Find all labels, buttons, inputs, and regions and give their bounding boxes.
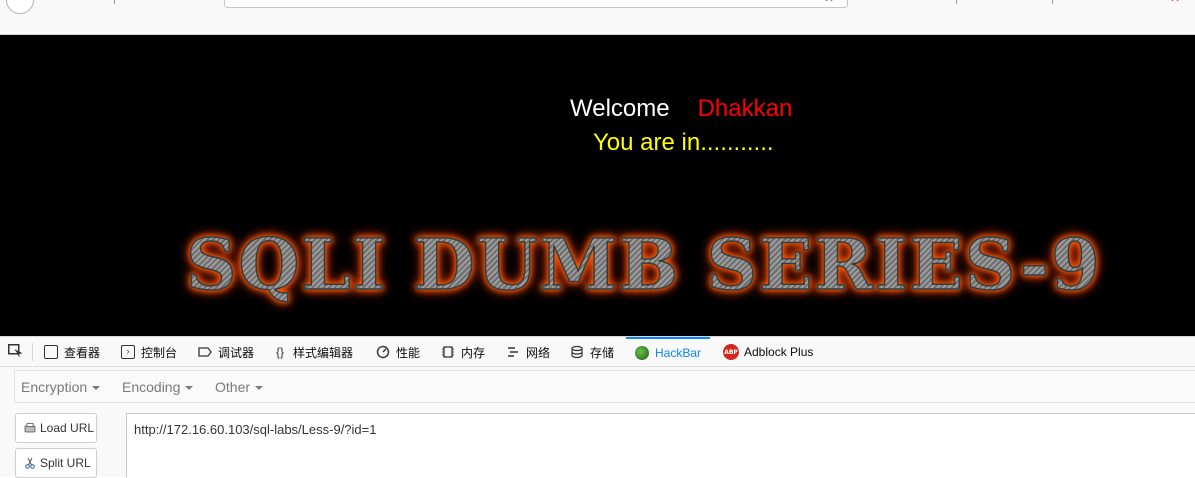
caret-down-icon (185, 386, 194, 391)
tab-console[interactable]: › 控制台 (121, 337, 177, 367)
tab-hackbar[interactable]: HackBar (626, 337, 711, 367)
page-content: Welcome Dhakkan You are in........... SQL… (0, 35, 1195, 336)
url-input[interactable]: http://172.16.60.103/sql-labs/Less-9/?id… (126, 413, 1195, 477)
hackbar-menu-bar: Encryption Encoding Other (14, 370, 1195, 403)
style-editor-icon: {} (275, 345, 284, 359)
inspector-icon (44, 345, 58, 359)
scissors-icon (25, 457, 35, 469)
devtools-tab-bar: 查看器 › 控制台 调试器 {} 样式编辑器 性能 内存 网络 存储 HackB… (0, 336, 1195, 367)
tab-inspector[interactable]: 查看器 (44, 337, 100, 367)
encoding-menu[interactable]: Encoding (122, 379, 194, 395)
memory-icon (442, 346, 454, 358)
close-icon[interactable]: ✕ (824, 0, 834, 5)
tab-storage[interactable]: 存储 (570, 337, 614, 367)
divider (32, 343, 33, 361)
tab-label: Adblock Plus (744, 345, 814, 359)
tab-label: 存储 (590, 345, 615, 360)
storage-icon (571, 345, 583, 359)
load-url-icon (24, 423, 36, 433)
hackbar-icon (635, 346, 649, 360)
console-icon: › (121, 345, 135, 359)
toolbar-icon[interactable] (1052, 0, 1059, 4)
browser-address-bar[interactable] (224, 0, 848, 8)
debugger-icon (198, 347, 212, 357)
menu-label: Encryption (21, 379, 88, 395)
tab-network[interactable]: 网络 (506, 337, 550, 367)
tab-label: HackBar (655, 346, 702, 360)
tab-memory[interactable]: 内存 (441, 337, 485, 367)
tab-debugger[interactable]: 调试器 (198, 337, 254, 367)
close-icon[interactable]: ✕ (1170, 0, 1180, 5)
status-text: You are in........... (593, 129, 774, 156)
other-menu[interactable]: Other (215, 379, 264, 395)
back-button[interactable] (6, 0, 34, 14)
tab-performance[interactable]: 性能 (376, 337, 420, 367)
caret-down-icon (255, 386, 264, 391)
tab-adblock-plus[interactable]: ABP Adblock Plus (723, 337, 813, 367)
load-url-button[interactable]: Load URL (15, 413, 97, 443)
tab-style-editor[interactable]: {} 样式编辑器 (273, 337, 353, 367)
welcome-name: Dhakkan (697, 95, 793, 122)
hackbar-panel: Encryption Encoding Other Load URL Split… (0, 367, 1195, 478)
tab-label: 查看器 (64, 345, 101, 360)
tab-label: 性能 (396, 345, 421, 360)
browser-toolbar: ✕ ✕ (0, 0, 1195, 35)
split-url-button[interactable]: Split URL (15, 448, 97, 478)
tab-label: 控制台 (141, 345, 178, 360)
toolbar-icon[interactable] (114, 0, 121, 4)
tab-label: 网络 (526, 345, 551, 360)
encryption-menu[interactable]: Encryption (21, 379, 101, 395)
network-icon (508, 347, 518, 357)
welcome-line: Welcome Dhakkan (570, 95, 792, 123)
caret-down-icon (92, 386, 101, 391)
tab-label: 调试器 (218, 345, 255, 360)
button-label: Load URL (40, 421, 95, 435)
menu-label: Encoding (122, 379, 181, 395)
welcome-label: Welcome (570, 95, 670, 122)
toolbar-icon[interactable] (956, 0, 963, 4)
tab-label: 内存 (461, 345, 486, 360)
button-label: Split URL (40, 456, 91, 470)
performance-icon (376, 345, 390, 359)
menu-label: Other (215, 379, 251, 395)
tab-label: 样式编辑器 (293, 345, 354, 360)
element-picker-icon[interactable] (8, 344, 22, 357)
adblock-plus-icon: ABP (723, 344, 739, 360)
banner-title: SQLI DUMB SERIES-9 (185, 222, 1102, 307)
